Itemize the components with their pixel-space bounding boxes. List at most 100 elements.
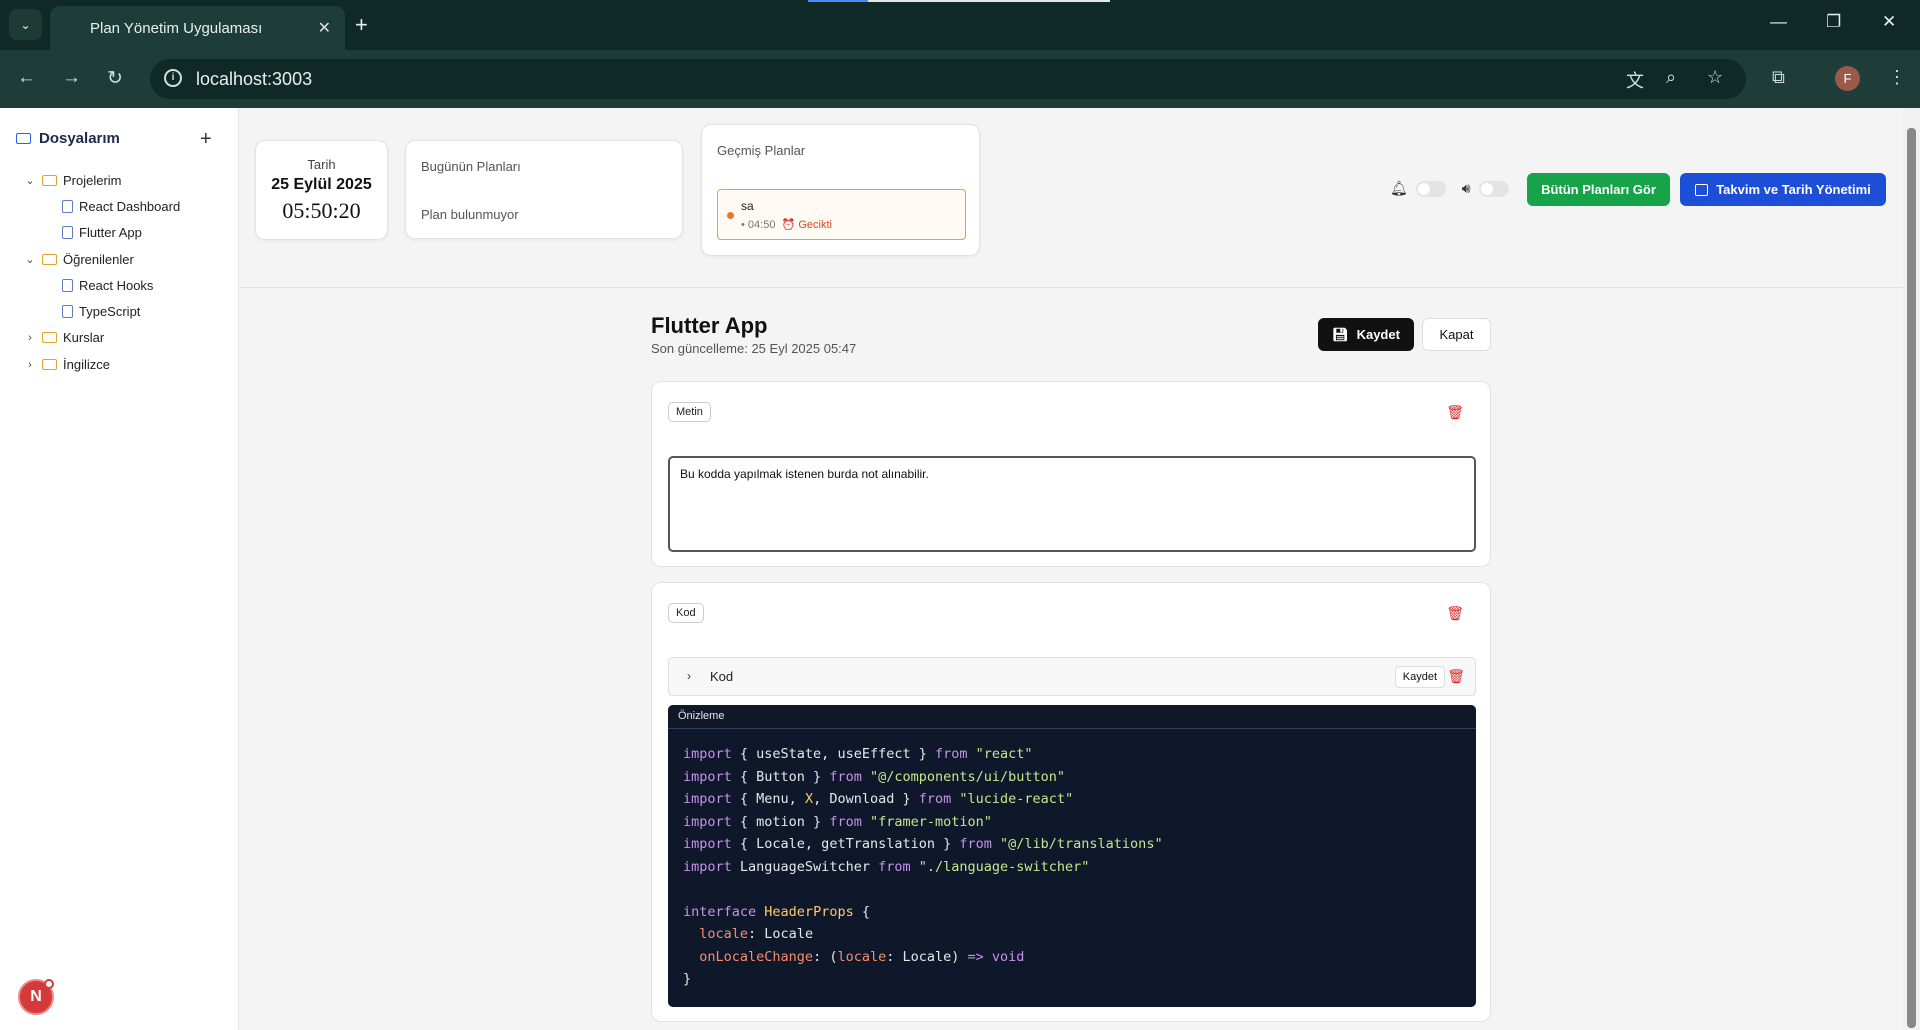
tree-label: React Dashboard bbox=[79, 199, 181, 214]
current-time: 05:50:20 bbox=[282, 198, 361, 223]
plan-time: • 04:50 bbox=[741, 219, 776, 231]
tree-label: Kurslar bbox=[63, 330, 105, 345]
text-block: Metin 🗑︎ Bu kodda yapılmak istenen burda… bbox=[651, 381, 1491, 567]
url-text: localhost:3003 bbox=[196, 68, 313, 89]
close-tab-icon[interactable]: ✕ bbox=[318, 18, 331, 38]
loading-bar bbox=[808, 0, 1110, 2]
code-header-label: Kod bbox=[710, 669, 734, 684]
tree-file-react-dashboard[interactable]: React Dashboard bbox=[62, 199, 180, 214]
tree-file-flutter-app[interactable]: Flutter App bbox=[62, 225, 142, 240]
site-info-icon[interactable]: i bbox=[164, 69, 182, 87]
status-dot bbox=[727, 212, 734, 219]
file-icon bbox=[62, 279, 73, 292]
folder-icon bbox=[42, 332, 57, 343]
minimize-icon[interactable]: — bbox=[1770, 12, 1787, 32]
delete-code-icon[interactable]: 🗑︎ bbox=[1447, 668, 1465, 685]
code-save-button[interactable]: Kaydet bbox=[1394, 666, 1445, 688]
file-icon bbox=[62, 200, 73, 213]
save-icon: 💾︎ bbox=[1332, 326, 1349, 342]
chevron-right-icon: › bbox=[28, 331, 32, 344]
tree-label: TypeScript bbox=[79, 304, 141, 319]
document-title: Flutter App bbox=[651, 313, 768, 338]
current-date: 25 Eylül 2025 bbox=[271, 176, 372, 193]
note-textarea[interactable]: Bu kodda yapılmak istenen burda not alın… bbox=[668, 456, 1476, 552]
today-plans-empty: Plan bulunmuyor bbox=[421, 207, 519, 222]
add-file-button[interactable]: + bbox=[200, 128, 212, 151]
tree-folder-kurslar[interactable]: › Kurslar bbox=[24, 330, 104, 345]
date-card: Tarih 25 Eylül 2025 05:50:20 bbox=[255, 140, 388, 240]
restore-icon[interactable]: ❐ bbox=[1826, 12, 1841, 32]
delete-block-icon[interactable]: 🗑︎ bbox=[1446, 404, 1464, 421]
block-type-chip: Metin bbox=[668, 402, 711, 422]
code-content: import { useState, useEffect } from "rea… bbox=[683, 746, 1163, 987]
notification-badge[interactable]: N bbox=[18, 979, 54, 1015]
back-icon[interactable]: ← bbox=[17, 67, 36, 89]
menu-icon[interactable]: ⋮ bbox=[1888, 67, 1906, 88]
alarm-icon: ⏰ bbox=[778, 219, 796, 231]
browser-tab[interactable]: Plan Yönetim Uygulaması ✕ bbox=[50, 6, 345, 50]
tab-search-button[interactable]: ⌄ bbox=[9, 9, 42, 40]
chevron-right-icon: › bbox=[28, 358, 32, 371]
new-tab-button[interactable]: + bbox=[355, 12, 368, 38]
scrollbar[interactable] bbox=[1903, 108, 1920, 1030]
plan-status: Gecikti bbox=[798, 219, 832, 231]
plan-name: sa bbox=[741, 199, 754, 213]
tree-folder-ogrenilenler[interactable]: ⌄ Öğrenilenler bbox=[24, 252, 134, 267]
delete-block-icon[interactable]: 🗑︎ bbox=[1446, 605, 1464, 622]
forward-icon[interactable]: → bbox=[62, 67, 81, 89]
chevron-down-icon: ⌄ bbox=[25, 254, 35, 266]
tree-label: Öğrenilenler bbox=[63, 252, 134, 267]
sidebar-title: Dosyalarım bbox=[39, 130, 120, 147]
folder-icon bbox=[42, 254, 57, 265]
bookmark-star-icon[interactable]: ☆ bbox=[1707, 67, 1723, 88]
preview-label: Önizleme bbox=[668, 705, 1476, 729]
tree-label: Projelerim bbox=[63, 173, 122, 188]
calendar-icon bbox=[1695, 183, 1709, 196]
sound-toggle[interactable] bbox=[1478, 180, 1509, 197]
save-label: Kaydet bbox=[1356, 327, 1400, 342]
calendar-button-label: Takvim ve Tarih Yönetimi bbox=[1716, 182, 1871, 197]
bell-icon: 🔔︎ bbox=[1390, 180, 1408, 196]
past-plan-item[interactable]: sa • 04:50 ⏰ Gecikti bbox=[717, 189, 966, 240]
tree-label: Flutter App bbox=[79, 225, 142, 240]
code-header[interactable]: › Kod Kaydet 🗑︎ bbox=[668, 657, 1476, 696]
tree-file-typescript[interactable]: TypeScript bbox=[62, 304, 140, 319]
folder-open-icon bbox=[16, 133, 31, 144]
badge-letter: N bbox=[30, 988, 42, 1005]
sidebar: Dosyalarım + ⌄ Projelerim React Dashboar… bbox=[0, 108, 239, 1030]
all-plans-button[interactable]: Bütün Planları Gör bbox=[1527, 173, 1670, 206]
divider bbox=[240, 287, 1903, 288]
tree-folder-ingilizce[interactable]: › İngilizce bbox=[24, 357, 110, 372]
sidebar-header: Dosyalarım bbox=[16, 130, 120, 147]
calendar-button[interactable]: Takvim ve Tarih Yönetimi bbox=[1680, 173, 1886, 206]
profile-avatar[interactable]: F bbox=[1835, 66, 1860, 91]
notification-toggle[interactable] bbox=[1415, 180, 1446, 197]
past-plans-card: Geçmiş Planlar sa • 04:50 ⏰ Gecikti bbox=[701, 124, 980, 256]
tree-label: React Hooks bbox=[79, 278, 154, 293]
scrollbar-thumb[interactable] bbox=[1907, 128, 1916, 1028]
close-window-icon[interactable]: ✕ bbox=[1882, 12, 1896, 32]
file-icon bbox=[62, 305, 73, 318]
past-plans-label: Geçmiş Planlar bbox=[717, 143, 806, 158]
save-button[interactable]: 💾︎ Kaydet bbox=[1318, 318, 1414, 351]
browser-tabbar: ⌄ Plan Yönetim Uygulaması ✕ + — ❐ ✕ bbox=[0, 0, 1920, 50]
block-type-chip: Kod bbox=[668, 603, 704, 623]
code-preview: Önizleme import { useState, useEffect } … bbox=[668, 705, 1476, 1007]
file-icon bbox=[62, 226, 73, 239]
tree-file-react-hooks[interactable]: React Hooks bbox=[62, 278, 153, 293]
reload-icon[interactable]: ↻ bbox=[107, 67, 123, 90]
close-button[interactable]: Kapat bbox=[1422, 318, 1491, 351]
folder-icon bbox=[42, 359, 57, 370]
volume-icon: 🔊︎ bbox=[1461, 180, 1471, 196]
zoom-icon[interactable]: ⌕ bbox=[1666, 67, 1676, 88]
tree-folder-projelerim[interactable]: ⌄ Projelerim bbox=[24, 173, 122, 188]
tab-title: Plan Yönetim Uygulaması bbox=[90, 19, 263, 37]
extensions-icon[interactable]: ⧉ bbox=[1772, 67, 1785, 88]
translate-icon[interactable]: 文 bbox=[1626, 67, 1644, 93]
date-label: Tarih bbox=[307, 157, 336, 172]
tree-label: İngilizce bbox=[63, 357, 110, 372]
settings-toggles: 🔔︎ 🔊︎ bbox=[1390, 180, 1517, 197]
chevron-right-icon[interactable]: › bbox=[687, 669, 691, 683]
today-plans-card: Bugünün Planları Plan bulunmuyor bbox=[405, 140, 683, 239]
url-bar[interactable]: i localhost:3003 bbox=[150, 59, 1746, 99]
